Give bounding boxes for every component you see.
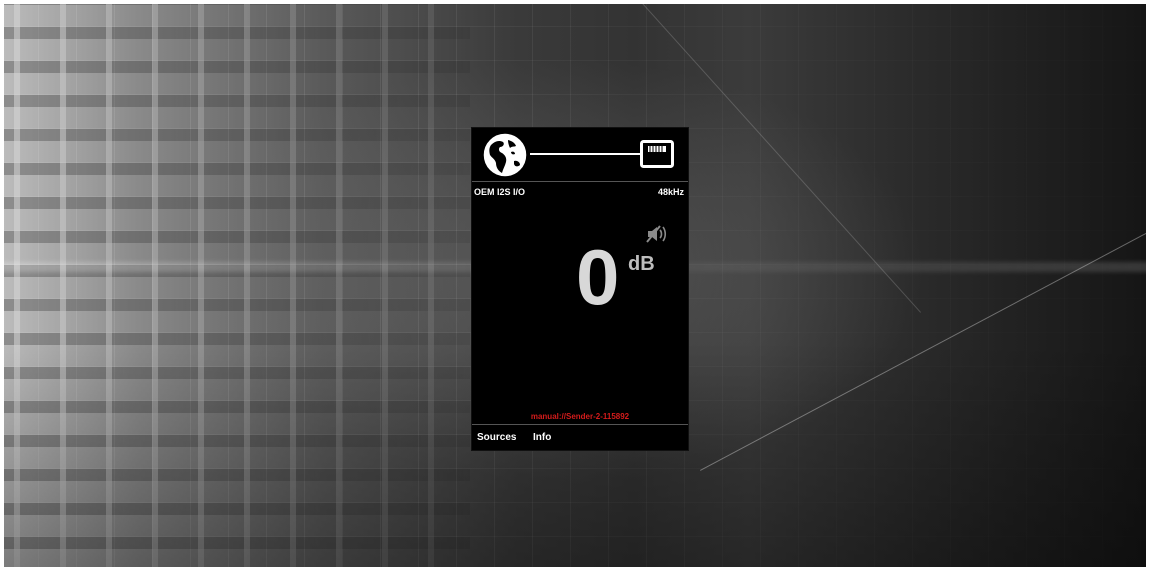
stream-url: manual://Sender-2-115892 — [530, 412, 630, 421]
bottom-nav: Sources Info — [472, 428, 688, 450]
mute-icon[interactable] — [645, 224, 667, 244]
volume-unit: dB — [628, 253, 655, 275]
divider — [472, 424, 688, 425]
volume-level[interactable]: 0 — [576, 238, 619, 316]
sample-rate: 48kHz — [657, 187, 684, 197]
connection-status-bar — [472, 128, 688, 178]
device-panel: OEM I2S I/O 48kHz 0 dB manual://Sender-2… — [472, 128, 688, 450]
divider — [472, 181, 688, 182]
tab-info[interactable]: Info — [533, 432, 551, 443]
connection-line — [530, 153, 642, 155]
tab-sources[interactable]: Sources — [477, 432, 516, 443]
source-name: OEM I2S I/O — [474, 187, 526, 197]
ethernet-icon — [640, 140, 674, 168]
globe-icon — [482, 132, 528, 178]
